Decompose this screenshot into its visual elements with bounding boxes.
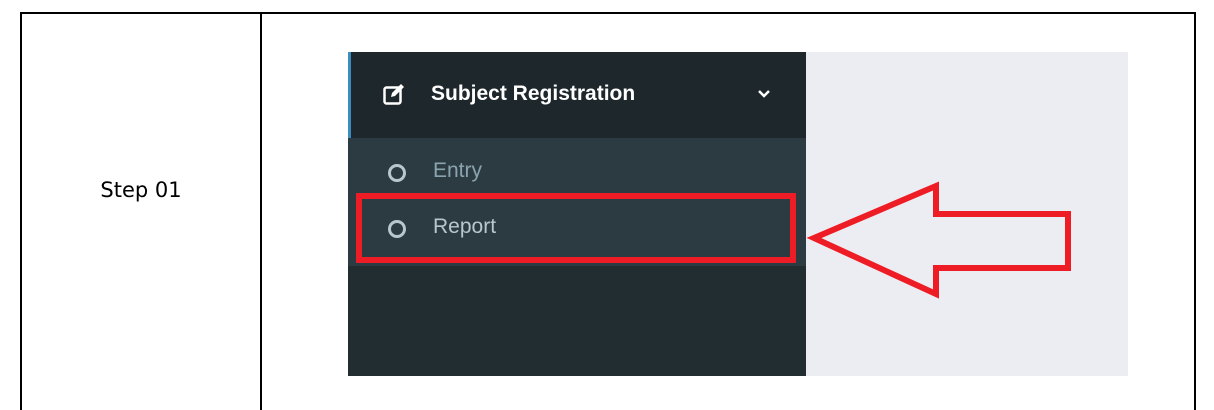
table-border-right: [1194, 12, 1196, 410]
submenu-item-label: Entry: [433, 159, 483, 182]
sidebar-menu-subject-registration[interactable]: Subject Registration: [348, 52, 806, 138]
table-border-left: [20, 12, 22, 410]
step-label: Step 01: [100, 178, 182, 202]
highlight-box: [356, 193, 796, 263]
document-page: Step 01 Subject Registration Entry Repor…: [0, 0, 1214, 410]
table-border-top: [20, 12, 1196, 14]
sidebar-menu-title: Subject Registration: [431, 82, 636, 105]
submenu-item-entry[interactable]: Entry: [348, 150, 806, 196]
edit-icon: [383, 84, 404, 105]
table-column-divider: [260, 12, 262, 410]
chevron-down-icon[interactable]: [757, 87, 771, 101]
arrow-left-icon: [806, 181, 1071, 299]
circle-icon: [388, 164, 406, 182]
